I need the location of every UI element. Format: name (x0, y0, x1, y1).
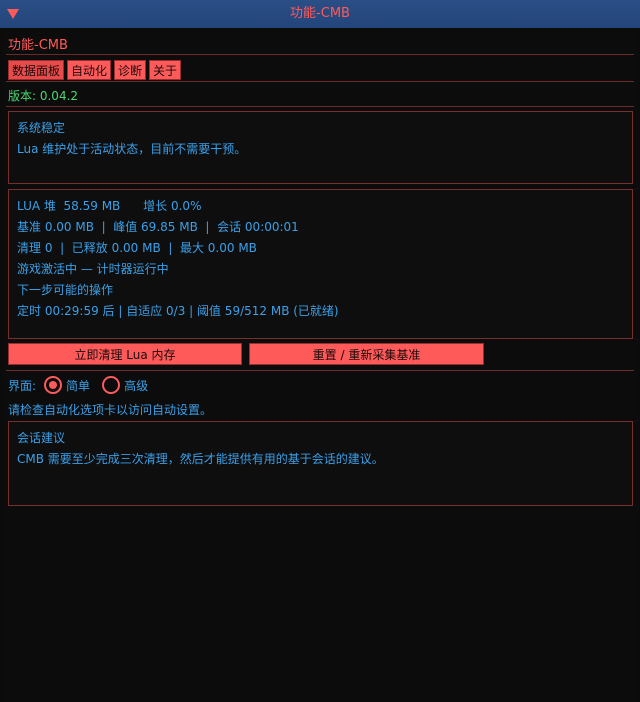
advanced-mode-label[interactable]: 高级 (124, 377, 148, 394)
divider (6, 81, 634, 82)
clean-lua-memory-button[interactable]: 立即清理 Lua 内存 (8, 343, 242, 365)
titlebar-title: 功能-CMB (290, 6, 350, 21)
stats-line-timer: 定时 00:29:59 后 | 自适应 0/3 | 阈值 59/512 MB (… (17, 304, 339, 318)
simple-mode-radio[interactable] (44, 376, 63, 394)
divider (6, 106, 634, 107)
tab-bar: 数据面板 自动化 诊断 关于 (8, 60, 182, 80)
advice-message: CMB 需要至少完成三次清理，然后才能提供有用的基于会话的建议。 (17, 452, 384, 466)
window-title: 功能-CMB (8, 38, 68, 53)
collapse-triangle-icon[interactable] (6, 0, 20, 28)
status-box: 系统稳定 Lua 维护处于活动状态，目前不需要干预。 (8, 111, 633, 184)
automation-hint: 请检查自动化选项卡以访问自动设置。 (8, 403, 213, 417)
divider (6, 370, 634, 371)
reset-baseline-button[interactable]: 重置 / 重新采集基准 (249, 343, 484, 365)
stats-line-cleanup: 清理 0 | 已释放 0.00 MB | 最大 0.00 MB (17, 241, 257, 255)
tab-data-panel[interactable]: 数据面板 (8, 60, 65, 80)
status-message: Lua 维护处于活动状态，目前不需要干预。 (17, 142, 247, 156)
interface-mode-row: 界面: 简单 高级 (8, 374, 148, 396)
session-advice-box: 会话建议 CMB 需要至少完成三次清理，然后才能提供有用的基于会话的建议。 (8, 421, 633, 506)
interface-mode-label: 界面: (8, 378, 37, 393)
stats-line-baseline: 基准 0.00 MB | 峰值 69.85 MB | 会话 00:00:01 (17, 220, 299, 234)
advice-title: 会话建议 (17, 431, 66, 445)
tab-diagnostics[interactable]: 诊断 (114, 60, 147, 80)
tab-automation[interactable]: 自动化 (67, 60, 112, 80)
advanced-mode-radio[interactable] (102, 376, 121, 394)
status-title: 系统稳定 (17, 121, 66, 135)
stats-line-game-state: 游戏激活中 — 计时器运行中 (17, 262, 169, 276)
version-label: 版本: 0.04.2 (8, 89, 79, 103)
stats-box: LUA 堆 58.59 MB 增长 0.0% 基准 0.00 MB | 峰值 6… (8, 189, 633, 339)
simple-mode-label[interactable]: 简单 (66, 377, 90, 394)
tab-about[interactable]: 关于 (149, 60, 182, 80)
main-panel: 功能-CMB 数据面板 自动化 诊断 关于 版本: 0.04.2 系统稳定 Lu… (2, 28, 638, 702)
stats-line-next-action: 下一步可能的操作 (17, 283, 114, 297)
stats-line-heap: LUA 堆 58.59 MB 增长 0.0% (17, 199, 202, 213)
window-titlebar[interactable]: 功能-CMB (0, 0, 640, 28)
divider (6, 54, 634, 55)
